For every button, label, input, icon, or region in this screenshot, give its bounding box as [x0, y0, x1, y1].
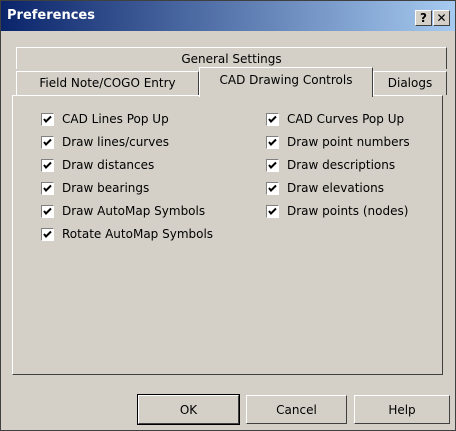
help-title-button[interactable]: ?	[415, 10, 432, 26]
cad-drawing-controls-panel: CAD Lines Pop Up Draw lines/curves Draw di…	[12, 95, 443, 375]
option-label: Draw distances	[62, 158, 155, 172]
option-row[interactable]: CAD Curves Pop Up	[266, 111, 404, 127]
title-bar[interactable]: Preferences ? ✕	[1, 1, 455, 31]
option-label: CAD Lines Pop Up	[62, 112, 169, 126]
option-row[interactable]: Draw lines/curves	[41, 134, 169, 150]
checkbox[interactable]	[266, 158, 279, 172]
option-row[interactable]: CAD Lines Pop Up	[41, 111, 169, 127]
checkbox[interactable]	[41, 181, 54, 195]
tab-general-settings[interactable]: General Settings	[16, 47, 447, 69]
option-row[interactable]: Draw elevations	[266, 180, 384, 196]
checkbox[interactable]	[41, 158, 54, 172]
option-row[interactable]: Draw AutoMap Symbols	[41, 203, 205, 219]
checkbox[interactable]	[41, 135, 54, 149]
tab-label: Dialogs	[387, 76, 433, 90]
checkbox[interactable]	[266, 135, 279, 149]
tab-field-note-cogo[interactable]: Field Note/COGO Entry	[16, 71, 199, 95]
option-label: Rotate AutoMap Symbols	[62, 227, 214, 241]
option-label: Draw bearings	[62, 181, 150, 195]
tab-dialogs[interactable]: Dialogs	[373, 71, 447, 95]
option-label: Draw point numbers	[287, 135, 410, 149]
option-row[interactable]: Draw bearings	[41, 180, 149, 196]
option-row[interactable]: Draw points (nodes)	[266, 203, 408, 219]
close-title-button[interactable]: ✕	[433, 10, 450, 26]
tab-label: CAD Drawing Controls	[219, 73, 353, 87]
option-label: CAD Curves Pop Up	[287, 112, 405, 126]
checkbox[interactable]	[41, 112, 54, 126]
cancel-button[interactable]: Cancel	[246, 395, 347, 424]
option-label: Draw lines/curves	[62, 135, 169, 149]
option-row[interactable]: Rotate AutoMap Symbols	[41, 226, 213, 242]
option-label: Draw AutoMap Symbols	[62, 204, 206, 218]
checkbox[interactable]	[41, 227, 54, 241]
checkbox[interactable]	[266, 204, 279, 218]
option-label: Draw elevations	[287, 181, 384, 195]
tab-label: Field Note/COGO Entry	[39, 76, 176, 90]
checkbox[interactable]	[266, 181, 279, 195]
tab-label: General Settings	[181, 52, 282, 66]
option-row[interactable]: Draw descriptions	[266, 157, 395, 173]
checkbox[interactable]	[266, 112, 279, 126]
preferences-window: Preferences ? ✕ General Settings Field N…	[0, 0, 456, 431]
ok-button[interactable]: OK	[137, 394, 240, 425]
tab-cad-drawing-controls[interactable]: CAD Drawing Controls	[199, 67, 373, 97]
help-button[interactable]: Help	[354, 395, 450, 424]
option-row[interactable]: Draw distances	[41, 157, 154, 173]
option-label: Draw descriptions	[287, 158, 396, 172]
window-title: Preferences	[7, 8, 95, 23]
option-label: Draw points (nodes)	[287, 204, 409, 218]
option-row[interactable]: Draw point numbers	[266, 134, 410, 150]
checkbox[interactable]	[41, 204, 54, 218]
